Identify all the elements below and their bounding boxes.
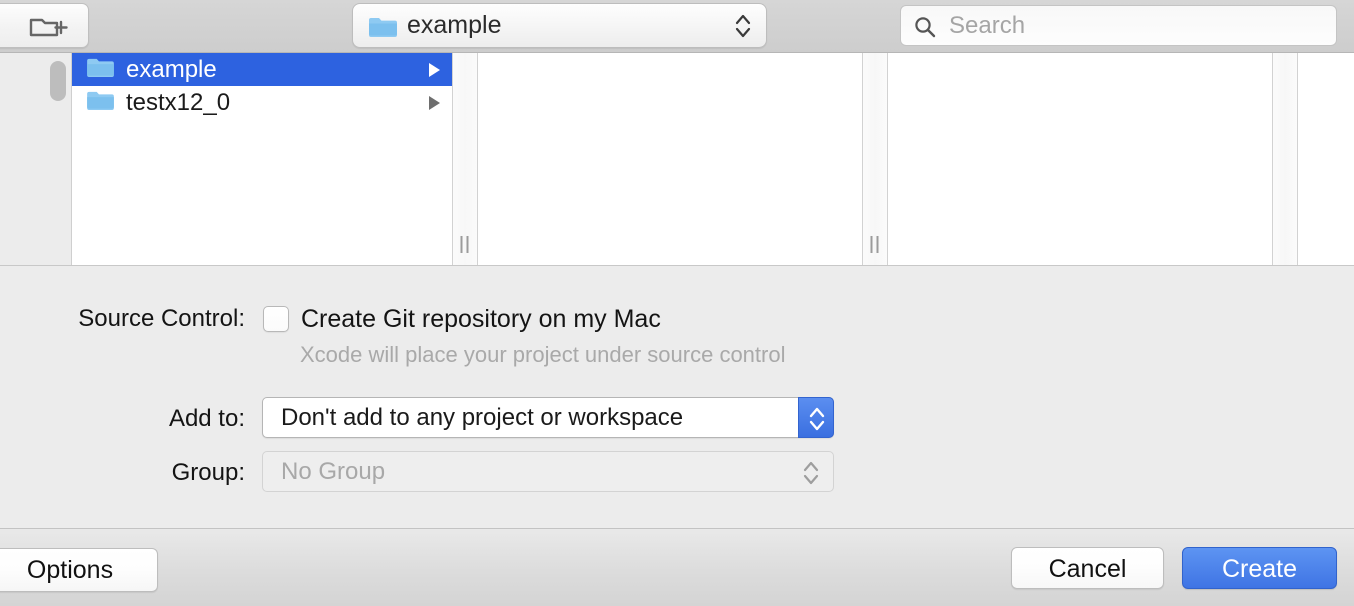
scrollbar-thumb[interactable] [50, 61, 66, 101]
browser-left-edge [0, 53, 44, 265]
search-input[interactable]: Search [900, 5, 1337, 46]
add-to-value: Don't add to any project or workspace [281, 404, 684, 431]
chevron-up-down-icon [801, 460, 821, 491]
add-to-popup-button[interactable]: Don't add to any project or workspace [262, 397, 834, 438]
source-control-label: Source Control: [78, 305, 245, 332]
add-to-label: Add to: [168, 405, 245, 432]
column-resize-grip-icon[interactable] [460, 236, 471, 253]
create-git-repository-checkbox[interactable] [263, 306, 289, 332]
chevron-up-down-icon [734, 13, 752, 44]
chevron-up-down-icon [806, 405, 828, 437]
folder-icon [368, 16, 398, 43]
cancel-button[interactable]: Cancel [1011, 547, 1164, 589]
list-item[interactable]: testx12_0 [72, 86, 452, 119]
accessory-options-panel: Source Control: Create Git repository on… [0, 265, 1354, 528]
create-git-repository-label: Create Git repository on my Mac [301, 305, 661, 333]
browser-column-1: example testx12_0 [72, 53, 452, 265]
list-item-label: testx12_0 [126, 88, 231, 116]
save-panel-dialog: example Search example testx12_0 Source … [0, 0, 1354, 606]
file-column-browser: example testx12_0 [0, 53, 1354, 265]
list-item[interactable]: example [72, 53, 452, 86]
column-resize-grip-icon[interactable] [870, 236, 881, 253]
source-control-help-text: Xcode will place your project under sour… [300, 342, 786, 367]
browser-column-4 [1300, 53, 1354, 265]
column-divider-2[interactable] [862, 53, 888, 265]
browser-column-3 [890, 53, 1272, 265]
options-button[interactable]: Options [0, 548, 158, 592]
browser-column-2 [478, 53, 862, 265]
folder-icon [86, 57, 115, 83]
group-popup-button: No Group [262, 451, 834, 492]
group-value: No Group [281, 458, 386, 485]
column-divider-1[interactable] [452, 53, 478, 265]
create-button[interactable]: Create [1182, 547, 1337, 589]
new-folder-button[interactable] [0, 3, 89, 48]
search-icon [913, 15, 937, 44]
dialog-toolbar: example Search [0, 0, 1354, 53]
new-folder-icon [28, 15, 70, 39]
column-divider-3[interactable] [1272, 53, 1298, 265]
folder-icon [86, 90, 115, 116]
list-item-label: example [126, 55, 217, 83]
search-placeholder: Search [949, 12, 1026, 39]
group-label: Group: [171, 459, 245, 486]
location-popup-button[interactable]: example [352, 3, 767, 48]
location-popup-value: example [407, 11, 502, 39]
add-to-stepper[interactable] [798, 397, 834, 438]
disclosure-triangle-icon [429, 95, 440, 110]
disclosure-triangle-icon [429, 62, 440, 77]
